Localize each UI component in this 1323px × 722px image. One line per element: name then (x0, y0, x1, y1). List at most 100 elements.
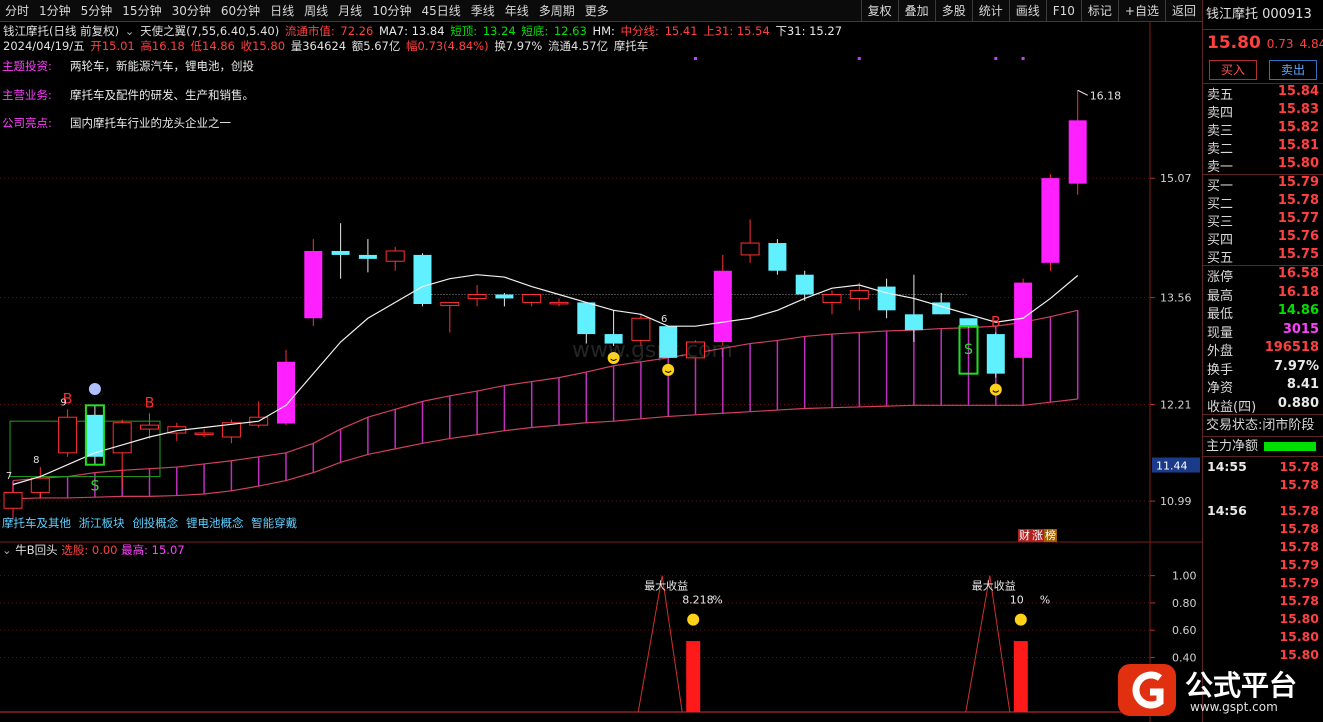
period-tab[interactable]: 季线 (466, 0, 500, 22)
concept-tag[interactable]: 智能穿戴 (251, 516, 297, 530)
stat-row[interactable]: 现量 3015 (1203, 322, 1323, 341)
stat-row-value: 16.18 (1277, 284, 1319, 300)
count-label: 9 (60, 397, 66, 408)
tick-row: 14:56 15.78 (1203, 503, 1323, 521)
period-tab[interactable]: 分时 (0, 0, 34, 22)
concept-tag[interactable]: 创投概念 (132, 516, 178, 530)
sub-axis-label: 0.80 (1172, 597, 1197, 610)
tool-buttons: 复权 叠加 多股 统计 画线 F10 标记 +自选 返回 (860, 0, 1202, 22)
buy-signal: B (145, 395, 155, 411)
stat-row[interactable]: 涨停 16.58 (1203, 266, 1323, 285)
tick-price: 15.78 (1279, 503, 1319, 518)
buy-button[interactable]: 买入 (1209, 59, 1257, 80)
sub-indicator-name[interactable]: 牛B回头 (15, 543, 57, 557)
period-tab[interactable]: 多周期 (534, 0, 580, 22)
period-tab[interactable]: 5分钟 (76, 0, 118, 22)
count-label: 7 (6, 471, 12, 482)
period-tab[interactable]: 30分钟 (167, 0, 216, 22)
max-profit-label: 最大收益 (972, 579, 1016, 593)
concept-tags: 摩托车及其他 浙江板块 创投概念 锂电池概念 智能穿戴 (2, 515, 301, 531)
concept-tag[interactable]: 浙江板块 (79, 516, 125, 530)
sell-button[interactable]: 卖出 (1269, 59, 1317, 80)
tick-price: 15.78 (1279, 477, 1319, 492)
tick-time: 14:56 (1207, 503, 1247, 518)
tool-button[interactable]: 复权 (860, 0, 898, 22)
tool-button[interactable]: 画线 (1008, 0, 1046, 22)
tool-button[interactable]: 标记 (1080, 0, 1118, 22)
period-tab[interactable]: 更多 (580, 0, 614, 22)
ask-row-value: 15.81 (1277, 138, 1319, 153)
tool-button[interactable]: 多股 (934, 0, 972, 22)
cap-value: 72.26 (340, 24, 374, 38)
stat-row[interactable]: 最低 14.86 (1203, 303, 1323, 322)
ask-row-label: 卖一 (1207, 160, 1234, 175)
topic-business-value: 摩托车及配件的研发、生产和销售。 (70, 88, 254, 102)
tool-button[interactable]: F10 (1045, 0, 1081, 22)
ask-row[interactable]: 卖五 15.84 (1203, 84, 1323, 103)
sub-sel-value: 0.00 (91, 543, 118, 557)
tool-button[interactable]: +自选 (1117, 0, 1165, 22)
period-tab[interactable]: 月线 (333, 0, 367, 22)
stat-row[interactable]: 收益(四) 0.880 (1203, 396, 1323, 415)
count-label: 6 (661, 314, 667, 325)
concept-tag[interactable]: 锂电池概念 (186, 516, 244, 530)
candle-body (904, 314, 923, 331)
ask-row-value: 15.84 (1277, 84, 1319, 99)
ask-row[interactable]: 卖三 15.82 (1203, 120, 1323, 139)
logo-text: 公式平台 (1185, 669, 1298, 702)
period-tab[interactable]: 1分钟 (34, 0, 76, 22)
topic-highlight-value: 国内摩托车行业的龙头企业之一 (70, 116, 231, 130)
ask-row-value: 15.83 (1277, 102, 1319, 117)
stat-row[interactable]: 换手 7.97% (1203, 359, 1323, 378)
candle-body (440, 301, 460, 307)
period-tab[interactable]: 日线 (265, 0, 299, 22)
candle-body (740, 242, 760, 256)
ask-row[interactable]: 卖二 15.81 (1203, 138, 1323, 157)
stat-row[interactable]: 最高 16.18 (1203, 285, 1323, 304)
sub-collapse-icon[interactable]: ⌄ (2, 543, 12, 557)
candle-body (1041, 178, 1060, 263)
period-tab[interactable]: 15分钟 (117, 0, 166, 22)
period-tab[interactable]: 45日线 (416, 0, 465, 22)
candle-body (522, 294, 542, 303)
indicator-collapse-icon[interactable]: ⌄ (125, 24, 135, 38)
badge-rank[interactable]: 榜 (1044, 529, 1057, 542)
bid-row[interactable]: 买四 15.76 (1203, 229, 1323, 248)
ask-row-value: 15.80 (1277, 156, 1319, 171)
period-tab[interactable]: 年线 (500, 0, 534, 22)
tool-button[interactable]: 返回 (1164, 0, 1202, 22)
period-tab[interactable]: 60分钟 (216, 0, 265, 22)
bid-row[interactable]: 买三 15.77 (1203, 211, 1323, 230)
candle-body (1014, 282, 1033, 358)
topic-theme-label: 主题投资: (2, 59, 52, 73)
tick-row: 15.78 (1203, 593, 1323, 611)
tick-list-b: 14:56 15.78 15.78 15.78 15.79 15.79 15.78 15.80… (1203, 503, 1323, 665)
bid-row[interactable]: 买五 15.75 (1203, 247, 1323, 266)
ask-row[interactable]: 卖一 15.80 (1203, 156, 1323, 175)
tool-button[interactable]: 叠加 (897, 0, 935, 22)
bid-row[interactable]: 买一 15.79 (1203, 175, 1323, 194)
profit-bar (1013, 641, 1028, 712)
ask-row[interactable]: 卖四 15.83 (1203, 102, 1323, 121)
max-profit-label: 最大收益 (644, 579, 688, 593)
bid-row-label: 买三 (1207, 215, 1234, 230)
candle-body (3, 491, 23, 509)
period-tab[interactable]: 周线 (299, 0, 333, 22)
concept-tag[interactable]: 摩托车及其他 (2, 516, 71, 530)
hm-label: HM: (592, 24, 615, 38)
stat-row[interactable]: 净资 8.41 (1203, 377, 1323, 396)
indicator-name[interactable]: 天使之翼(7,55,6.40,5.40) (140, 24, 279, 38)
stat-row[interactable]: 外盘 196518 (1203, 340, 1323, 359)
bid-row[interactable]: 买二 15.78 (1203, 193, 1323, 212)
badge-fin[interactable]: 财 (1018, 529, 1031, 542)
stat-row-label: 涨停 (1207, 270, 1234, 285)
period-tab[interactable]: 10分钟 (367, 0, 416, 22)
tool-button[interactable]: 统计 (971, 0, 1009, 22)
candle-body (1068, 120, 1087, 184)
bid-row-value: 15.77 (1277, 211, 1319, 226)
stat-row-value: 0.880 (1277, 395, 1319, 411)
badge-rise[interactable]: 涨 (1031, 529, 1044, 542)
topic-theme: 主题投资: 两轮车，新能源汽车，锂电池，创投 (2, 58, 254, 74)
candle-body (358, 254, 377, 259)
last-price: 15.80 (1207, 33, 1261, 53)
